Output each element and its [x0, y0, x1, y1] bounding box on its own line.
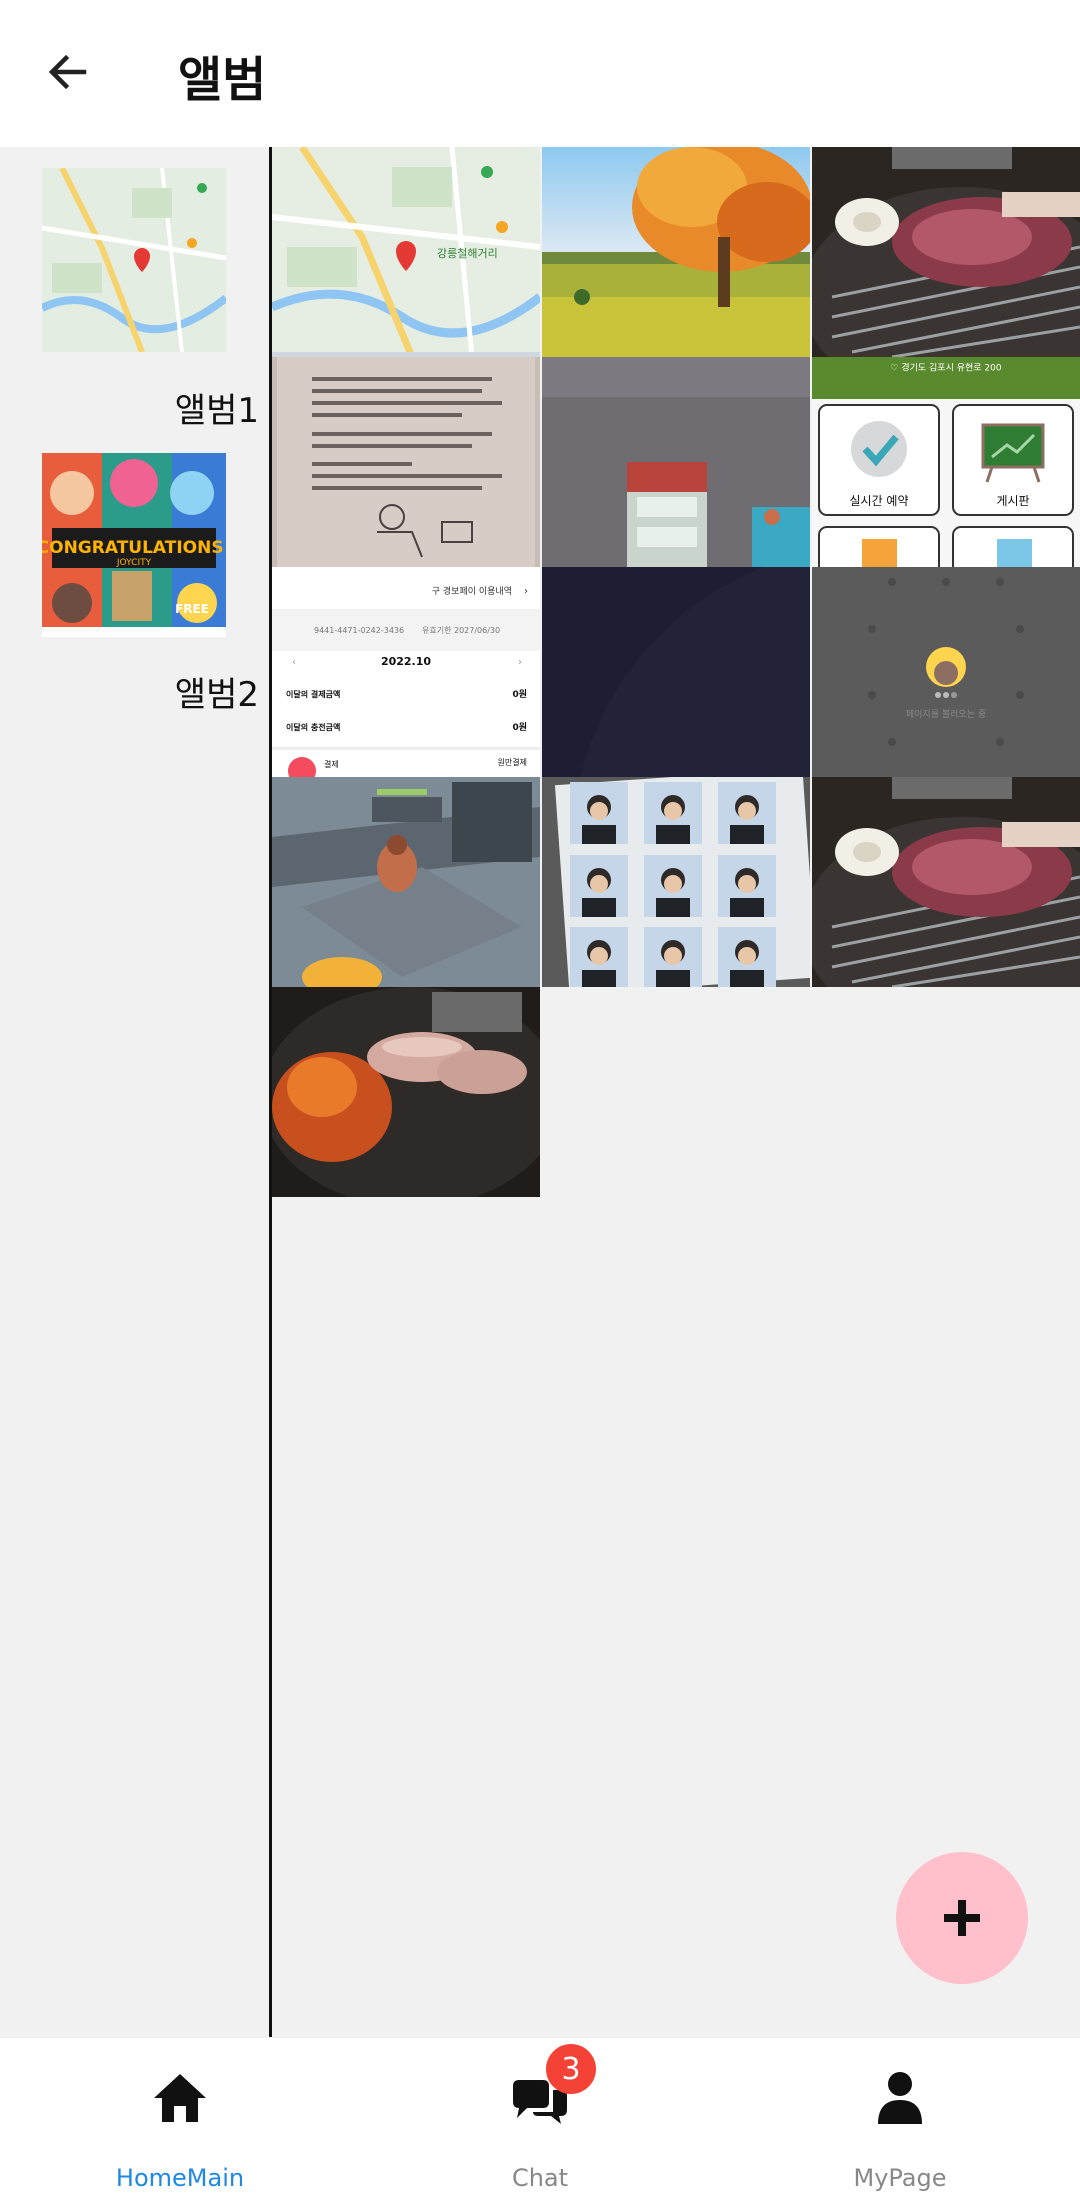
nav-label-chat: Chat [511, 2164, 569, 2192]
svg-text:♡ 경기도 김포시 유현로 200: ♡ 경기도 김포시 유현로 200 [890, 362, 1001, 374]
svg-text:0원: 0원 [512, 688, 527, 700]
photo-grill-meat[interactable] [812, 147, 1080, 357]
nav-label-mypage: MyPage [853, 2164, 947, 2192]
nav-item-home[interactable]: HomeMain [0, 2038, 360, 2196]
photo-document[interactable] [272, 357, 540, 567]
svg-text:실시간 예약: 실시간 예약 [849, 493, 908, 508]
plus-icon [944, 1900, 980, 1936]
svg-text:CONGRATULATIONS!: CONGRATULATIONS! [42, 538, 226, 558]
photo-bbq-kimchi[interactable] [272, 987, 540, 1197]
nav-item-chat[interactable]: 3 Chat [360, 2038, 720, 2196]
svg-text:원만결제: 원만결제 [498, 757, 527, 767]
svg-text:게시판: 게시판 [996, 494, 1029, 508]
album-item-1[interactable]: 앨범1 [0, 147, 269, 437]
add-album-button[interactable] [896, 1852, 1028, 1984]
bottom-navigation: HomeMain 3 Chat MyPage [0, 2038, 1080, 2196]
svg-text:강릉철해거리: 강릉철해거리 [437, 246, 498, 260]
svg-text:결제: 결제 [324, 759, 339, 769]
photo-boxes[interactable] [542, 357, 810, 567]
svg-text:이달의 충전금액: 이달의 충전금액 [286, 722, 340, 732]
svg-text:이달의 결제금액: 이달의 결제금액 [286, 689, 340, 699]
back-button[interactable] [36, 40, 100, 104]
album-label: 앨범1 [174, 391, 259, 431]
svg-text:›: › [518, 657, 522, 668]
arrow-left-icon [48, 54, 87, 90]
nav-label-home: HomeMain [115, 2164, 245, 2192]
svg-text:JOYCITY: JOYCITY [116, 558, 152, 568]
album-thumb-congrats: CONGRATULATIONS! JOYCITY FREE [42, 453, 226, 637]
svg-text:FREE: FREE [175, 602, 209, 616]
photo-map[interactable]: 강릉철해거리 [272, 147, 540, 357]
photo-app-menu[interactable]: ♡ 경기도 김포시 유현로 200 실시간 예약 게시판 [812, 357, 1080, 567]
photo-dark-screen[interactable] [542, 567, 810, 777]
svg-text:2022.10: 2022.10 [381, 655, 431, 668]
svg-text:‹: ‹ [292, 657, 296, 668]
photo-card-statement[interactable]: 구 경보페이 이용내역 › 9441-4471-0242-3436 유효기한 2… [272, 567, 540, 777]
svg-text:9441-4471-0242-3436: 9441-4471-0242-3436 [314, 626, 404, 635]
chat-badge: 3 [546, 2044, 596, 2094]
nav-item-mypage[interactable]: MyPage [720, 2038, 1080, 2196]
svg-text:페이지를 불러오는 중: 페이지를 불러오는 중 [906, 709, 986, 720]
photo-autumn-tree[interactable] [542, 147, 810, 357]
svg-text:유효기한 2027/06/30: 유효기한 2027/06/30 [422, 626, 500, 635]
home-icon [154, 2074, 206, 2122]
svg-text:구 경보페이 이용내역: 구 경보페이 이용내역 [432, 585, 512, 597]
page-title: 앨범 [178, 52, 267, 108]
album-sidebar: 앨범1 CONGRATULATIONS! JOYCITY FREE 앨범2 [0, 147, 269, 2037]
photo-game-screenshot[interactable] [272, 777, 540, 987]
svg-text:›: › [524, 586, 528, 597]
photo-loading-screen[interactable]: 페이지를 불러오는 중 [812, 567, 1080, 777]
person-icon [878, 2072, 922, 2124]
photo-grill-meat-2[interactable] [812, 777, 1080, 987]
album-item-2[interactable]: CONGRATULATIONS! JOYCITY FREE 앨범2 [0, 437, 269, 727]
app-header: 앨범 [0, 0, 1080, 147]
svg-text:0원: 0원 [512, 721, 527, 733]
album-label: 앨범2 [174, 675, 259, 715]
album-thumb-map [42, 168, 226, 352]
photo-id-photos[interactable] [542, 777, 810, 987]
